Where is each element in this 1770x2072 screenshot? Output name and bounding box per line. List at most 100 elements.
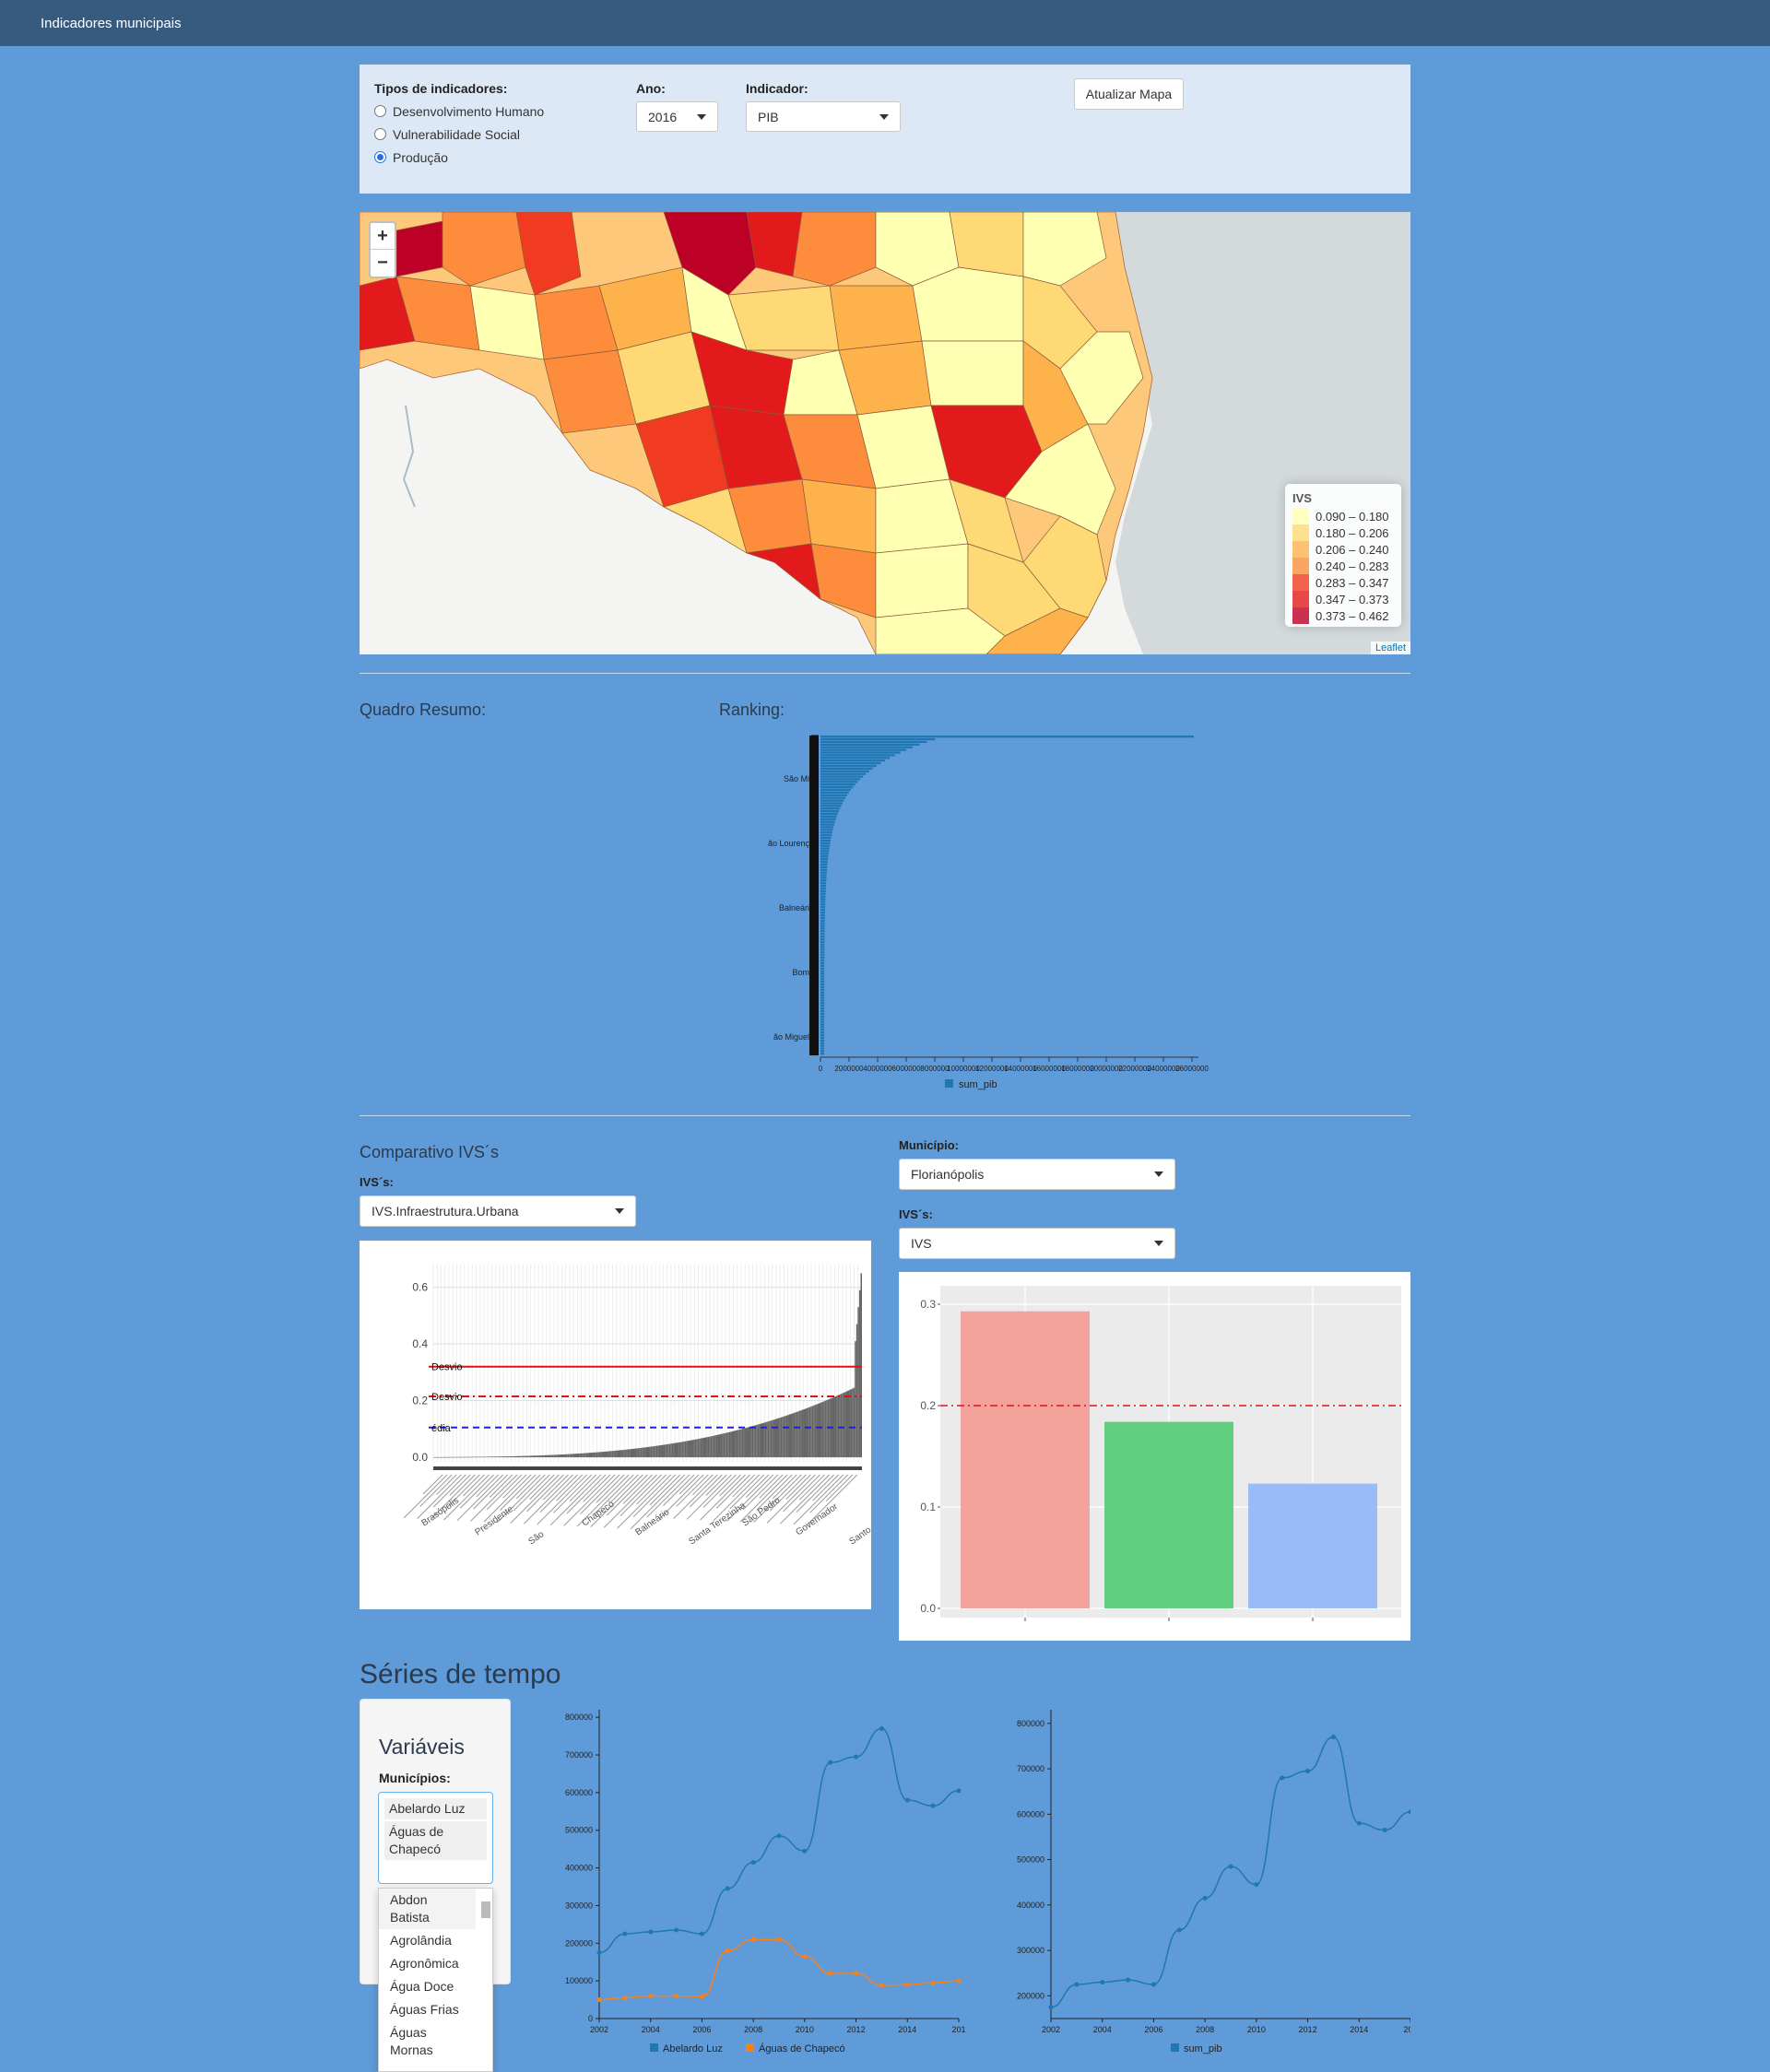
ts-point[interactable] <box>1048 2005 1054 2010</box>
ts-point[interactable] <box>776 1937 782 1942</box>
dropdown-option[interactable]: Águas Mornas <box>379 2021 476 2062</box>
comp-bar <box>678 1442 681 1457</box>
comp-bar <box>598 1452 601 1457</box>
comparativo-ivs-select[interactable]: IVS.Infraestrutura.Urbana <box>360 1195 636 1227</box>
ts-point[interactable] <box>854 1971 859 1976</box>
comp-bar <box>738 1429 741 1457</box>
ts-point[interactable] <box>699 1931 704 1937</box>
ranking-bar <box>820 751 901 754</box>
ranking-bar <box>820 746 914 748</box>
leaflet-map[interactable]: + − IVS 0.090 – 0.180 0.180 – 0.206 0.206 … <box>360 212 1410 654</box>
indicador-select[interactable]: PIB <box>746 101 901 132</box>
radio-producao[interactable]: Produção <box>374 146 544 169</box>
selected-tag[interactable]: Águas de Chapecó <box>384 1821 487 1860</box>
ts-point[interactable] <box>776 1833 782 1839</box>
selected-tag[interactable]: Abelardo Luz <box>384 1798 487 1819</box>
comp-bar <box>668 1443 671 1457</box>
ts-point[interactable] <box>750 1859 756 1865</box>
ts-point[interactable] <box>930 1803 936 1808</box>
ts-point[interactable] <box>1330 1735 1336 1740</box>
ts-point[interactable] <box>904 1982 910 1987</box>
comp-bar <box>590 1453 593 1457</box>
municipio-select[interactable]: Florianópolis <box>899 1159 1175 1190</box>
ts-point[interactable] <box>1202 1895 1208 1901</box>
comp-bar <box>788 1414 791 1457</box>
comp-bar <box>780 1417 783 1457</box>
ts-point[interactable] <box>956 1978 962 1984</box>
ts-point[interactable] <box>930 1980 936 1985</box>
municipios-dropdown[interactable]: Abdon Batista Agrolândia Agronômica Água… <box>378 1888 493 2072</box>
ranking-y-label: São Mi <box>784 774 809 783</box>
ts-point[interactable] <box>1074 1982 1080 1987</box>
radio-dot[interactable] <box>374 105 386 117</box>
radio-dot[interactable] <box>374 128 386 140</box>
ts-point[interactable] <box>725 1886 730 1891</box>
comp-bar <box>470 1456 472 1458</box>
ts-point[interactable] <box>1100 1980 1105 1985</box>
dropdown-option[interactable]: Agrolândia <box>379 1929 476 1952</box>
dropdown-option[interactable]: Agronômica <box>379 1952 476 1975</box>
comp-bar <box>776 1419 778 1457</box>
comp-bar <box>496 1456 498 1457</box>
ts-point[interactable] <box>828 1971 833 1976</box>
navbar-brand[interactable]: Indicadores municipais <box>41 16 182 31</box>
ts-point[interactable] <box>674 1927 679 1933</box>
ts-point[interactable] <box>879 1983 884 1988</box>
ts-point[interactable] <box>1356 1820 1362 1826</box>
ano-select[interactable]: 2016 <box>636 101 718 132</box>
ts-point[interactable] <box>622 1995 628 2001</box>
zoom-out-button[interactable]: − <box>371 250 395 277</box>
dropdown-option[interactable]: Água Doce <box>379 1975 476 1998</box>
comp-x-label-mark <box>510 1474 560 1524</box>
comp-bar <box>713 1435 715 1457</box>
ranking-bar <box>820 1053 825 1055</box>
update-map-button[interactable]: Atualizar Mapa <box>1074 78 1184 110</box>
map-canvas[interactable] <box>360 212 1410 654</box>
ts-point[interactable] <box>596 1997 602 2003</box>
map-attribution[interactable]: Leaflet <box>1370 642 1410 654</box>
ts-point[interactable] <box>648 1993 654 1998</box>
ts-y-tick-label: 200000 <box>1017 1991 1044 2000</box>
ts-point[interactable] <box>904 1797 910 1803</box>
comp-bar <box>796 1411 798 1457</box>
zoom-in-button[interactable]: + <box>371 223 395 250</box>
municipios-multiselect[interactable]: Abelardo Luz Águas de Chapecó <box>378 1792 493 1884</box>
comp-x-label-mark <box>732 1474 756 1498</box>
comp-bar <box>580 1453 583 1457</box>
radio-desenvolvimento[interactable]: Desenvolvimento Humano <box>374 100 544 123</box>
ts-point[interactable] <box>1280 1775 1285 1781</box>
ts-point[interactable] <box>648 1929 654 1935</box>
ts-point[interactable] <box>699 1994 704 1999</box>
ts-point[interactable] <box>828 1760 833 1765</box>
ts-point[interactable] <box>1176 1927 1182 1933</box>
radio-vulnerabilidade[interactable]: Vulnerabilidade Social <box>374 123 544 146</box>
legend-row: 0.373 – 0.462 <box>1292 607 1394 624</box>
dropdown-option[interactable]: Águas Frias <box>379 1998 476 2021</box>
ts-point[interactable] <box>956 1788 962 1794</box>
ts-point[interactable] <box>1305 1769 1311 1774</box>
comp-x-label: Santo Amaro <box>847 1508 871 1547</box>
ts-point[interactable] <box>802 1848 808 1854</box>
ts-point[interactable] <box>802 1954 808 1960</box>
dropdown-option[interactable]: Abdon Batista <box>379 1889 476 1929</box>
scrollbar-thumb[interactable] <box>481 1901 490 1918</box>
ts-point[interactable] <box>1408 1809 1413 1815</box>
ts-point[interactable] <box>596 1950 602 1956</box>
ts-point[interactable] <box>674 1993 679 1998</box>
radio-dot-selected[interactable] <box>374 151 386 163</box>
ts-point[interactable] <box>1228 1864 1233 1869</box>
comp-bar <box>636 1448 638 1457</box>
ts-point[interactable] <box>1254 1882 1259 1888</box>
comp-bar <box>522 1455 524 1457</box>
ranking-chart: São Mi ão Lourenç Balneári Bom ão Miguel 0 200… <box>719 728 1235 1097</box>
ts-point[interactable] <box>879 1725 884 1731</box>
ts-point[interactable] <box>854 1754 859 1760</box>
municipio-ivs-select[interactable]: IVS <box>899 1228 1175 1259</box>
ts-point[interactable] <box>622 1931 628 1937</box>
ts-point[interactable] <box>1382 1828 1387 1833</box>
ts-point[interactable] <box>750 1937 756 1942</box>
ts-point[interactable] <box>725 1948 730 1953</box>
ts-point[interactable] <box>1126 1977 1131 1983</box>
ts-point[interactable] <box>1150 1982 1156 1987</box>
comp-x-label-mark <box>676 1474 709 1507</box>
